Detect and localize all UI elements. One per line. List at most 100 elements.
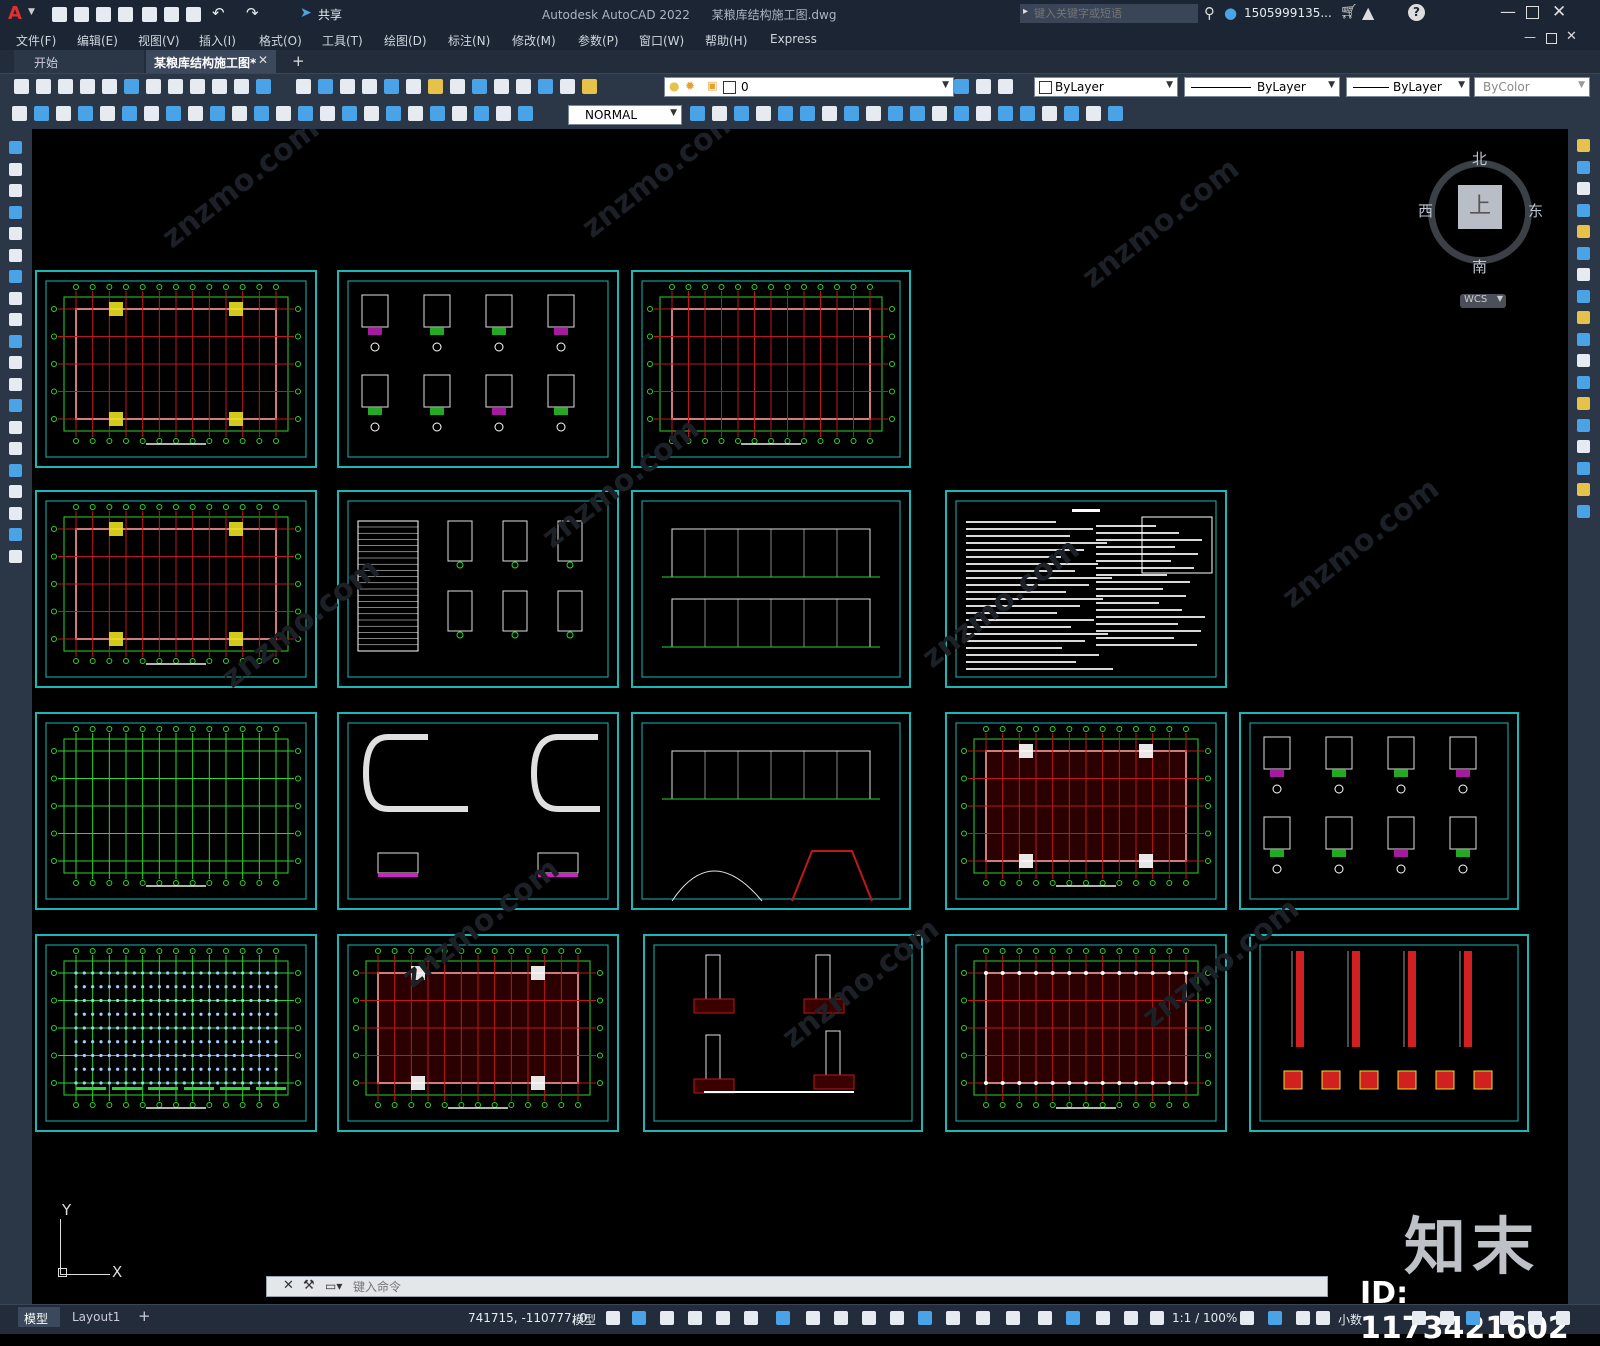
toolbar1-tool-icon-11[interactable] xyxy=(234,79,249,94)
toolbar2-dim-icon-17[interactable] xyxy=(364,106,379,121)
viewcube[interactable]: 北 南 西 东 上 xyxy=(1418,150,1544,276)
left-draw-tool-icon-18[interactable] xyxy=(9,506,22,520)
toolbar2-modify-icon-14[interactable] xyxy=(976,106,991,121)
toolbar1-nav-icon-12[interactable] xyxy=(538,79,553,94)
menu-tools[interactable]: 工具(T) xyxy=(322,32,363,49)
toolbar2-dim-icon-21[interactable] xyxy=(452,106,467,121)
toolbar2-modify-icon-13[interactable] xyxy=(954,106,969,121)
doc-restore-icon[interactable] xyxy=(1546,33,1557,44)
toolbar2-dim-icon-7[interactable] xyxy=(144,106,159,121)
toolbar2-modify-icon-18[interactable] xyxy=(1064,106,1079,121)
toolbar1-nav-icon-7[interactable] xyxy=(428,79,443,94)
wcs-menu[interactable]: WCS ▼ xyxy=(1460,294,1506,308)
toolbar2-dim-icon-8[interactable] xyxy=(166,106,181,121)
autodesk-app-icon[interactable]: ▲ xyxy=(1362,3,1374,22)
status-toggle-icon-10[interactable] xyxy=(862,1311,876,1325)
toolbar2-modify-icon-17[interactable] xyxy=(1042,106,1057,121)
toolbar2-dim-icon-20[interactable] xyxy=(430,106,445,121)
status-toggle-icon-28[interactable] xyxy=(1500,1311,1514,1325)
left-draw-tool-icon-4[interactable] xyxy=(9,205,22,219)
right-modify-tool-icon-3[interactable] xyxy=(1577,182,1590,195)
toolbar2-modify-icon-11[interactable] xyxy=(910,106,925,121)
menu-help[interactable]: 帮助(H) xyxy=(705,32,747,49)
user-name[interactable]: 1505999135... xyxy=(1244,6,1332,20)
command-line[interactable]: ✕ ⚒ ▭▾ xyxy=(266,1276,1328,1297)
left-draw-tool-icon-19[interactable] xyxy=(9,528,22,541)
redo-icon[interactable]: ↷ xyxy=(246,4,259,22)
layer-tool-icon-3[interactable] xyxy=(998,79,1013,94)
right-modify-tool-icon-14[interactable] xyxy=(1577,418,1590,432)
open-icon[interactable] xyxy=(74,7,89,22)
lineweight-dropdown[interactable]: ByLayer ▼ xyxy=(1346,77,1470,97)
toolbar1-nav-icon-10[interactable] xyxy=(494,79,509,94)
toolbar2-dim-icon-5[interactable] xyxy=(100,106,115,121)
doc-close-icon[interactable]: ✕ xyxy=(1566,29,1577,44)
minimize-icon[interactable]: — xyxy=(1500,2,1516,21)
toolbar2-modify-icon-6[interactable] xyxy=(800,106,815,121)
status-toggle-icon-29[interactable] xyxy=(1528,1311,1542,1325)
right-modify-tool-icon-11[interactable] xyxy=(1577,354,1590,367)
toolbar1-nav-icon-8[interactable] xyxy=(450,79,465,94)
search-icon[interactable]: ⚲ xyxy=(1204,4,1215,22)
status-toggle-icon-6[interactable] xyxy=(744,1311,758,1325)
status-toggle-icon-17[interactable] xyxy=(1066,1311,1080,1325)
toolbar1-tool-icon-8[interactable] xyxy=(168,79,183,94)
right-modify-tool-icon-15[interactable] xyxy=(1577,440,1590,453)
toolbar1-tool-icon-10[interactable] xyxy=(212,79,227,94)
toolbar1-nav-icon-1[interactable] xyxy=(296,79,311,94)
toolbar2-dim-icon-9[interactable] xyxy=(188,106,203,121)
left-draw-tool-icon-13[interactable] xyxy=(9,399,22,412)
coordinates-readout[interactable]: 741715, -110777, 0 xyxy=(468,1311,587,1325)
status-toggle-icon-4[interactable] xyxy=(688,1311,702,1325)
toolbar2-dim-icon-10[interactable] xyxy=(210,106,225,121)
cart-icon[interactable]: 🛒︎ xyxy=(1340,4,1358,20)
toolbar1-tool-icon-3[interactable] xyxy=(58,79,73,94)
left-draw-tool-icon-1[interactable] xyxy=(9,141,22,154)
app-logo[interactable]: A xyxy=(8,3,26,24)
status-toggle-icon-11[interactable] xyxy=(890,1311,904,1325)
right-modify-tool-icon-2[interactable] xyxy=(1577,160,1590,174)
left-draw-tool-icon-5[interactable] xyxy=(9,227,22,240)
toolbar2-dim-icon-16[interactable] xyxy=(342,106,357,121)
add-layout-button[interactable]: + xyxy=(138,1307,151,1325)
toolbar1-nav-icon-3[interactable] xyxy=(340,79,355,94)
left-draw-tool-icon-10[interactable] xyxy=(9,334,22,348)
left-draw-tool-icon-3[interactable] xyxy=(9,184,22,197)
toolbar2-dim-icon-3[interactable] xyxy=(56,106,71,121)
toolbar2-modify-icon-7[interactable] xyxy=(822,106,837,121)
status-toggle-icon-8[interactable] xyxy=(806,1311,820,1325)
toolbar2-dim-icon-14[interactable] xyxy=(298,106,313,121)
doc-minimize-icon[interactable]: — xyxy=(1524,30,1536,44)
menu-dimension[interactable]: 标注(N) xyxy=(448,32,490,49)
left-draw-tool-icon-15[interactable] xyxy=(9,442,22,455)
color-dropdown[interactable]: ByLayer ▼ xyxy=(1034,77,1178,97)
dimstyle-dropdown[interactable]: NORMAL ▼ xyxy=(568,105,682,125)
status-toggle-icon-23[interactable] xyxy=(1296,1311,1310,1325)
new-tab-button[interactable]: + xyxy=(292,52,305,70)
share-icon[interactable]: ➤ xyxy=(300,5,312,21)
close-icon[interactable]: ✕ xyxy=(1552,2,1566,22)
toolbar1-tool-icon-7[interactable] xyxy=(146,79,161,94)
viewcube-south[interactable]: 南 xyxy=(1472,256,1487,277)
toolbar2-dim-icon-2[interactable] xyxy=(34,106,49,121)
menu-file[interactable]: 文件(F) xyxy=(16,32,56,49)
toolbar2-modify-icon-2[interactable] xyxy=(712,106,727,121)
command-customize-icon[interactable]: ⚒ xyxy=(303,1278,315,1293)
toolbar1-tool-icon-12[interactable] xyxy=(256,79,271,94)
status-toggle-icon-24[interactable] xyxy=(1316,1311,1330,1325)
save-web-icon[interactable] xyxy=(164,7,179,22)
left-draw-tool-icon-11[interactable] xyxy=(9,356,22,369)
left-draw-tool-icon-7[interactable] xyxy=(9,270,22,283)
layer-tool-icon-1[interactable] xyxy=(954,79,969,94)
status-toggle-icon-25[interactable] xyxy=(1412,1311,1426,1325)
status-toggle-icon-9[interactable] xyxy=(834,1311,848,1325)
toolbar1-nav-icon-9[interactable] xyxy=(472,79,487,94)
tab-start[interactable]: 开始 xyxy=(14,50,144,73)
toolbar1-nav-icon-11[interactable] xyxy=(516,79,531,94)
viewcube-top-face[interactable]: 上 xyxy=(1458,185,1502,229)
layout-tab-model[interactable]: 模型 xyxy=(18,1307,60,1327)
model-space-toggle[interactable]: 模型 xyxy=(572,1311,596,1328)
toolbar2-modify-icon-5[interactable] xyxy=(778,106,793,121)
toolbar1-nav-icon-6[interactable] xyxy=(406,79,421,94)
annotation-scale[interactable]: 1:1 / 100% xyxy=(1172,1311,1237,1325)
